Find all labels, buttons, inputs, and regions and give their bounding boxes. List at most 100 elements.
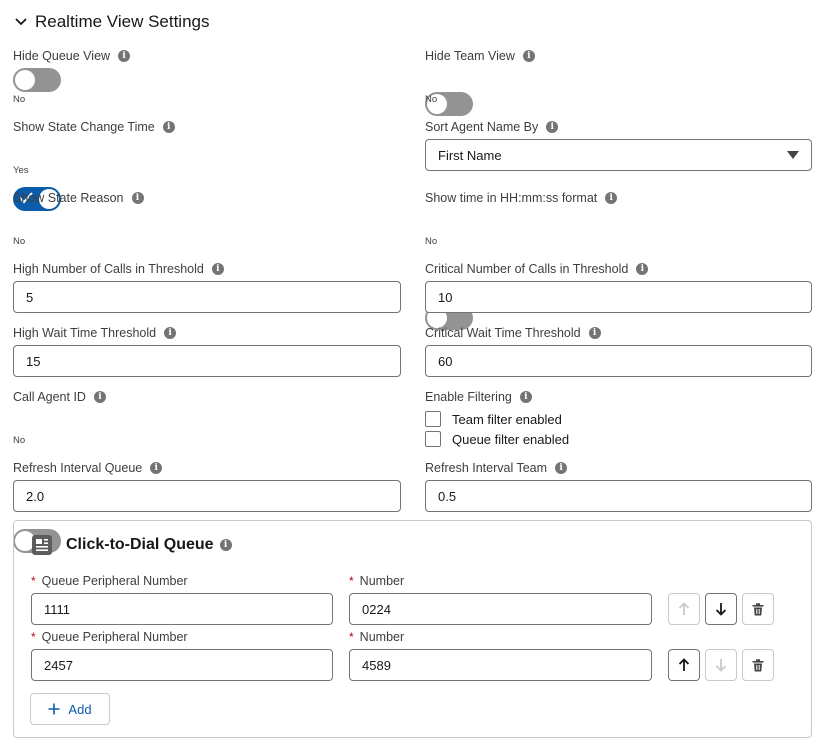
high-wait-threshold-label: High Wait Time Threshold i <box>13 325 177 341</box>
refresh-interval-team-input[interactable]: 0.5 <box>425 480 812 512</box>
move-down-button[interactable] <box>705 593 737 625</box>
info-icon[interactable]: i <box>162 121 175 133</box>
show-state-reason-label: Show State Reason i <box>13 190 144 206</box>
high-wait-threshold-input[interactable]: 15 <box>13 345 401 377</box>
critical-calls-threshold-label: Critical Number of Calls in Threshold i <box>425 261 649 277</box>
toggle-knob <box>15 70 35 90</box>
trash-icon <box>752 602 764 615</box>
show-state-change-time-state: Yes <box>13 165 29 176</box>
critical-wait-threshold-input[interactable]: 60 <box>425 345 812 377</box>
arrow-down-icon <box>715 603 727 616</box>
number-input[interactable]: 4589 <box>349 649 652 681</box>
add-button-label: Add <box>68 701 92 717</box>
click-to-dial-title-row: Click-to-Dial Queue i <box>66 536 232 554</box>
click-to-dial-title: Click-to-Dial Queue <box>66 536 214 553</box>
required-marker: * <box>349 574 354 588</box>
enable-filtering-label: Enable Filtering i <box>425 389 532 405</box>
info-icon[interactable]: i <box>605 192 618 204</box>
section-header[interactable]: Realtime View Settings <box>13 10 210 34</box>
show-state-change-time-label: Show State Change Time i <box>13 119 175 135</box>
info-icon[interactable]: i <box>211 263 224 275</box>
refresh-interval-queue-label-text: Refresh Interval Queue <box>13 461 143 475</box>
hide-team-view-state: No <box>425 94 438 105</box>
show-time-format-label: Show time in HH:mm:ss format i <box>425 190 618 206</box>
queue-peripheral-label-text: Queue Peripheral Number <box>41 630 188 644</box>
show-time-format-state: No <box>425 236 438 247</box>
info-icon[interactable]: i <box>131 192 144 204</box>
call-agent-id-label: Call Agent ID i <box>13 389 106 405</box>
show-state-reason-state: No <box>13 236 26 247</box>
hide-team-view-label: Hide Team View i <box>425 48 535 64</box>
refresh-interval-queue-label: Refresh Interval Queue i <box>13 460 163 476</box>
news-icon <box>31 534 53 556</box>
caret-down-icon <box>787 151 799 159</box>
show-state-reason-label-text: Show State Reason <box>13 191 124 205</box>
hide-queue-view-state: No <box>13 94 26 105</box>
delete-button[interactable] <box>742 649 774 681</box>
info-icon[interactable]: i <box>636 263 649 275</box>
call-agent-id-label-text: Call Agent ID <box>13 390 86 404</box>
show-state-change-time-label-text: Show State Change Time <box>13 120 155 134</box>
hide-queue-view-label: Hide Queue View i <box>13 48 131 64</box>
required-marker: * <box>31 574 36 588</box>
high-wait-threshold-label-text: High Wait Time Threshold <box>13 326 157 340</box>
number-input[interactable]: 0224 <box>349 593 652 625</box>
trash-icon <box>752 658 764 671</box>
critical-calls-threshold-label-text: Critical Number of Calls in Threshold <box>425 262 629 276</box>
enable-filtering-label-text: Enable Filtering <box>425 390 512 404</box>
info-icon[interactable]: i <box>164 327 177 339</box>
move-up-button[interactable] <box>668 593 700 625</box>
sort-agent-name-label: Sort Agent Name By i <box>425 119 559 135</box>
number-label: * Number <box>349 573 404 589</box>
queue-filter-label: Queue filter enabled <box>452 431 570 447</box>
high-calls-threshold-input[interactable]: 5 <box>13 281 401 313</box>
info-icon[interactable]: i <box>522 50 535 62</box>
queue-filter-checkbox[interactable] <box>425 431 441 447</box>
critical-wait-threshold-label-text: Critical Wait Time Threshold <box>425 326 581 340</box>
move-down-button[interactable] <box>705 649 737 681</box>
info-icon[interactable]: i <box>588 327 601 339</box>
arrow-up-icon <box>678 602 690 615</box>
chevron-down-icon[interactable] <box>13 14 29 30</box>
call-agent-id-state: No <box>13 435 26 446</box>
info-icon[interactable]: i <box>519 391 532 403</box>
info-icon[interactable]: i <box>150 462 163 474</box>
refresh-interval-queue-input[interactable]: 2.0 <box>13 480 401 512</box>
required-marker: * <box>31 630 36 644</box>
number-label-text: Number <box>359 630 405 644</box>
critical-wait-threshold-label: Critical Wait Time Threshold i <box>425 325 601 341</box>
move-up-button[interactable] <box>668 649 700 681</box>
team-filter-label: Team filter enabled <box>452 411 562 427</box>
high-calls-threshold-label-text: High Number of Calls in Threshold <box>13 262 204 276</box>
add-button[interactable]: Add <box>30 693 110 725</box>
team-filter-checkbox[interactable] <box>425 411 441 427</box>
arrow-up-icon <box>678 658 690 671</box>
show-time-format-label-text: Show time in HH:mm:ss format <box>425 191 598 205</box>
required-marker: * <box>349 630 354 644</box>
plus-icon <box>48 703 60 715</box>
queue-filter-checkbox-row[interactable]: Queue filter enabled <box>425 430 569 448</box>
info-icon[interactable]: i <box>546 121 559 133</box>
delete-button[interactable] <box>742 593 774 625</box>
number-label-text: Number <box>359 574 405 588</box>
section-title: Realtime View Settings <box>35 12 210 31</box>
critical-calls-threshold-input[interactable]: 10 <box>425 281 812 313</box>
info-icon[interactable]: i <box>555 462 568 474</box>
sort-agent-name-select[interactable]: First Name <box>425 139 812 171</box>
refresh-interval-team-label: Refresh Interval Team i <box>425 460 568 476</box>
queue-peripheral-input[interactable]: 1111 <box>31 593 333 625</box>
info-icon[interactable]: i <box>118 50 131 62</box>
queue-peripheral-label-text: Queue Peripheral Number <box>41 574 188 588</box>
info-icon[interactable]: i <box>93 391 106 403</box>
number-label: * Number <box>349 629 404 645</box>
queue-peripheral-label: * Queue Peripheral Number <box>31 629 188 645</box>
refresh-interval-team-label-text: Refresh Interval Team <box>425 461 548 475</box>
arrow-down-icon <box>715 659 727 672</box>
queue-peripheral-input[interactable]: 2457 <box>31 649 333 681</box>
hide-queue-view-toggle[interactable] <box>13 68 61 92</box>
hide-queue-view-label-text: Hide Queue View <box>13 49 111 63</box>
sort-agent-name-value: First Name <box>438 147 502 163</box>
sort-agent-name-label-text: Sort Agent Name By <box>425 120 539 134</box>
team-filter-checkbox-row[interactable]: Team filter enabled <box>425 410 562 428</box>
info-icon[interactable]: i <box>219 539 232 551</box>
